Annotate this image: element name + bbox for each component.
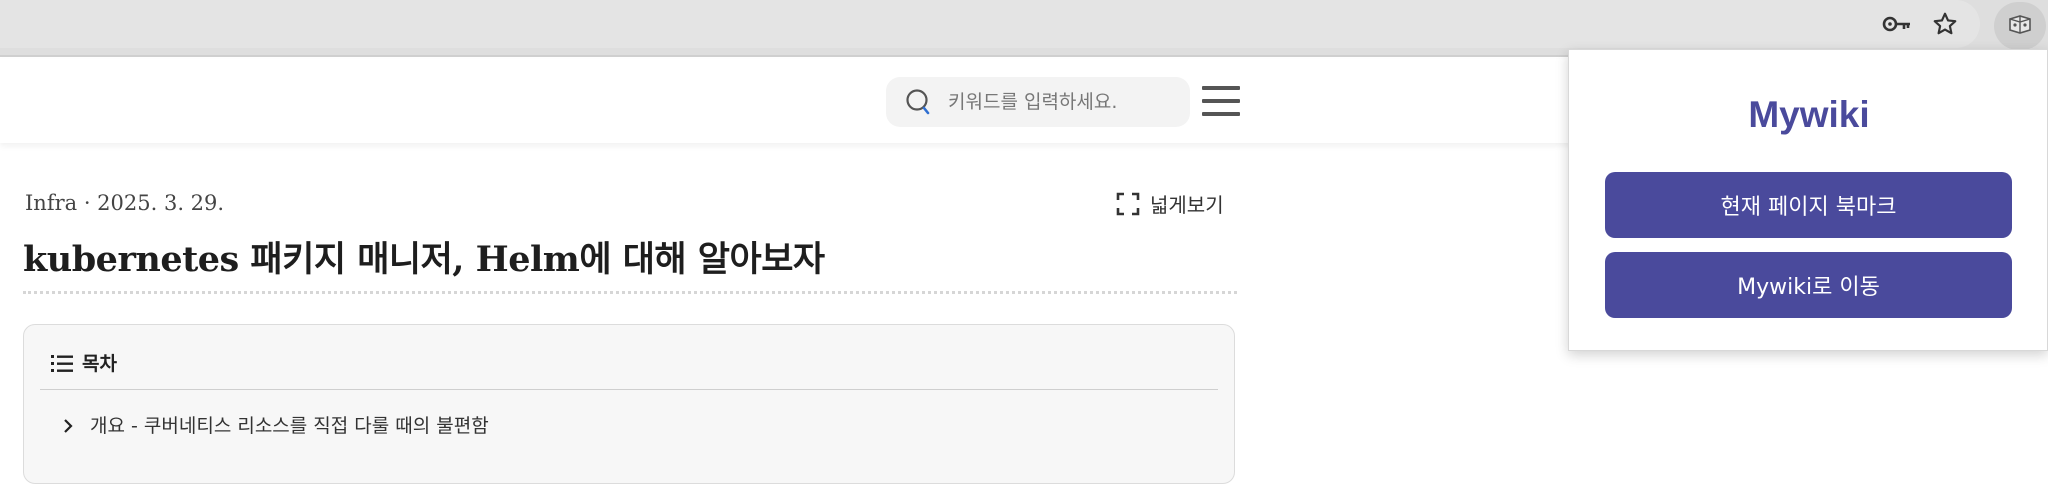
list-icon xyxy=(50,352,74,374)
toc-heading: 목차 xyxy=(82,353,117,375)
post-meta: Infra · 2025. 3. 29. xyxy=(25,191,225,215)
key-icon[interactable] xyxy=(1878,6,1916,42)
toc-item-label: 개요 - 쿠버네티스 리소스를 직접 다룰 때의 불편함 xyxy=(90,415,489,437)
star-icon[interactable] xyxy=(1926,6,1964,42)
table-of-contents: 목차 개요 - 쿠버네티스 리소스를 직접 다룰 때의 불편함 xyxy=(23,324,1235,484)
page-title: kubernetes 패키지 매니저, Helm에 대해 알아보자 xyxy=(23,239,825,280)
extension-icon xyxy=(2007,13,2033,39)
hamburger-menu-icon[interactable] xyxy=(1202,86,1240,116)
expand-icon xyxy=(1116,192,1140,216)
search-icon xyxy=(904,87,934,117)
bookmark-current-page-button[interactable]: 현재 페이지 북마크 xyxy=(1605,172,2012,238)
toc-divider xyxy=(40,389,1218,390)
menu-line xyxy=(1202,99,1240,103)
search-box[interactable] xyxy=(886,77,1190,127)
extension-popup: Mywiki 현재 페이지 북마크 Mywiki로 이동 xyxy=(1568,49,2048,351)
expand-view-button[interactable]: 넓게보기 xyxy=(1116,189,1224,218)
toc-item[interactable]: 개요 - 쿠버네티스 리소스를 직접 다룰 때의 불편함 xyxy=(60,411,489,438)
popup-title: Mywiki xyxy=(1748,94,1870,135)
menu-line xyxy=(1202,112,1240,116)
expand-view-label: 넓게보기 xyxy=(1150,193,1224,217)
chevron-right-icon xyxy=(60,417,76,433)
title-divider xyxy=(23,291,1237,294)
toc-header[interactable]: 목차 xyxy=(50,349,117,376)
address-bar[interactable] xyxy=(0,0,1980,48)
search-input[interactable] xyxy=(948,91,1168,113)
extension-button[interactable] xyxy=(1994,2,2046,50)
menu-line xyxy=(1202,86,1240,90)
go-to-mywiki-button[interactable]: Mywiki로 이동 xyxy=(1605,252,2012,318)
